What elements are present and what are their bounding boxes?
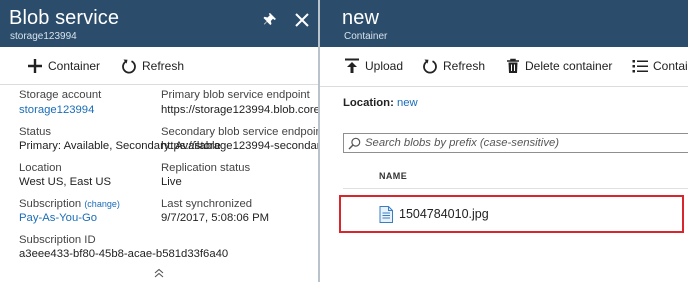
list-icon xyxy=(632,60,648,73)
delete-container-label: Delete container xyxy=(525,59,613,73)
refresh-icon xyxy=(423,59,437,74)
chevron-up-icon[interactable] xyxy=(153,268,165,278)
subscription-id-value: a3eee433-bf80-45b8-acae-b581d33f6a40 xyxy=(19,248,229,260)
add-container-label: Container xyxy=(48,59,101,73)
secondary-endpoint-label: Secondary blob service endpoint xyxy=(161,126,318,138)
blade-subtitle: Container xyxy=(344,31,388,42)
storage-account-link[interactable]: storage123994 xyxy=(19,103,94,117)
change-subscription-link[interactable]: (change) xyxy=(84,199,120,209)
refresh-icon xyxy=(122,59,136,74)
location-value: West US, East US xyxy=(19,176,112,188)
subscription-id-label: Subscription ID xyxy=(19,234,96,246)
container-properties-button[interactable]: Container properties xyxy=(632,56,688,76)
status-label: Status xyxy=(19,126,52,138)
refresh-label: Refresh xyxy=(142,59,185,73)
blob-service-blade: Container Refresh Storage account storag… xyxy=(0,47,318,282)
subscription-label-text: Subscription xyxy=(19,198,82,210)
container-properties-label: Container properties xyxy=(653,59,688,73)
replication-label: Replication status xyxy=(161,162,251,174)
last-sync-label: Last synchronized xyxy=(161,198,253,210)
search-icon xyxy=(348,137,361,149)
refresh-button[interactable]: Refresh xyxy=(121,56,184,76)
primary-endpoint-label: Primary blob service endpoint xyxy=(161,89,310,101)
search-box[interactable] xyxy=(343,133,688,153)
close-icon[interactable] xyxy=(292,10,312,30)
primary-endpoint-value: https://storage123994.blob.core.windows.… xyxy=(161,104,318,116)
blob-service-toolbar: Container Refresh xyxy=(0,47,318,85)
replication-value: Live xyxy=(161,176,182,188)
upload-icon xyxy=(345,58,359,73)
blob-service-header: Blob service storage123994 xyxy=(0,0,318,47)
container-header: new Container xyxy=(320,0,688,47)
location-link[interactable]: new xyxy=(397,97,418,109)
refresh-button[interactable]: Refresh xyxy=(422,56,485,76)
file-icon xyxy=(379,205,393,223)
storage-account-label: Storage account xyxy=(19,89,102,101)
pin-icon[interactable] xyxy=(262,10,282,30)
upload-label: Upload xyxy=(365,59,404,73)
blade-title: new xyxy=(342,7,379,29)
location-label: Location: xyxy=(343,97,394,109)
table-row[interactable]: 1504784010.jpg xyxy=(343,196,688,232)
container-blade: Upload Refresh Delete container Contai L… xyxy=(320,47,688,282)
blade-title: Blob service xyxy=(9,7,120,29)
name-column-header[interactable]: NAME xyxy=(379,171,407,181)
plus-icon xyxy=(28,59,42,73)
refresh-label: Refresh xyxy=(443,59,486,73)
upload-button[interactable]: Upload xyxy=(344,56,403,76)
last-sync-value: 9/7/2017, 5:08:06 PM xyxy=(161,212,270,224)
location-label: Location xyxy=(19,162,62,174)
add-container-button[interactable]: Container xyxy=(27,56,100,76)
column-divider xyxy=(343,188,688,189)
subscription-label: Subscription (change) xyxy=(19,197,120,211)
location-row: Location: new xyxy=(343,97,418,109)
blade-subtitle: storage123994 xyxy=(10,31,77,42)
search-input[interactable] xyxy=(365,137,685,149)
trash-icon xyxy=(507,58,519,73)
blob-name: 1504784010.jpg xyxy=(399,207,489,221)
container-toolbar: Upload Refresh Delete container Contai xyxy=(320,47,688,87)
secondary-endpoint-value: https://storage123994-secondary.blob.cor… xyxy=(161,140,318,152)
delete-container-button[interactable]: Delete container xyxy=(506,56,612,76)
subscription-link[interactable]: Pay-As-You-Go xyxy=(19,211,97,225)
